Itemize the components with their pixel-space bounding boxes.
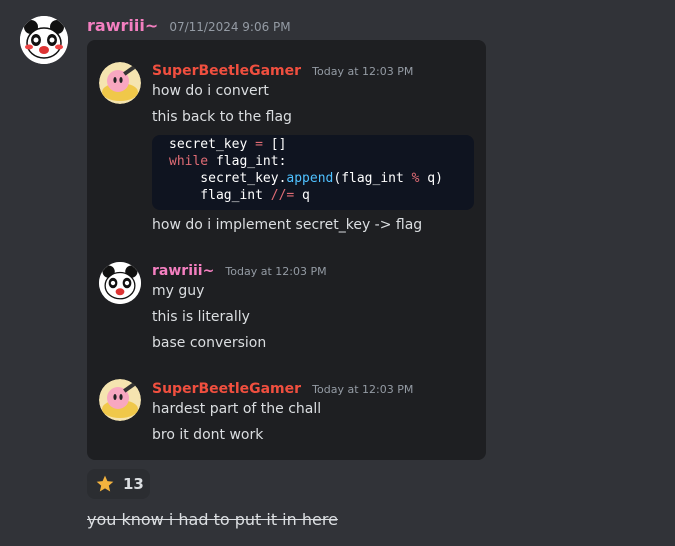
code-token: append xyxy=(286,171,334,186)
message-line: bro it dont work xyxy=(152,427,264,443)
message-text: you know i had to put it in here xyxy=(87,510,338,529)
avatar xyxy=(99,62,141,104)
message-line: base conversion xyxy=(152,335,267,351)
quoted-author[interactable]: SuperBeetleGamer xyxy=(152,381,301,397)
quoted-timestamp: Today at 12:03 PM xyxy=(225,265,327,278)
code-token: //= xyxy=(270,188,295,203)
code-token: while xyxy=(169,154,209,169)
code-token: q xyxy=(294,188,310,203)
code-token: (flag_int xyxy=(333,171,412,186)
avatar xyxy=(99,379,141,421)
quoted-message-header: SuperBeetleGamer Today at 12:03 PM xyxy=(152,60,413,80)
message-line: my guy xyxy=(152,283,205,299)
code-token: secret_key. xyxy=(169,171,287,186)
avatar xyxy=(99,262,141,304)
code-token: [] xyxy=(262,137,287,152)
code-token: q) xyxy=(419,171,443,186)
chat-message: rawriii~ 07/11/2024 9:06 PM SuperBeetleG… xyxy=(0,0,675,546)
author-name[interactable]: rawriii~ xyxy=(87,16,158,35)
star-icon xyxy=(96,475,114,492)
reaction-count: 13 xyxy=(123,475,144,493)
message-header: rawriii~ 07/11/2024 9:06 PM xyxy=(87,16,291,38)
quoted-author[interactable]: rawriii~ xyxy=(152,263,214,279)
panda-avatar-icon xyxy=(99,262,141,304)
quoted-timestamp: Today at 12:03 PM xyxy=(312,65,414,78)
message-line: how do i convert xyxy=(152,83,269,99)
kirby-avatar-icon xyxy=(99,62,141,104)
code-token: = xyxy=(255,137,263,152)
quoted-timestamp: Today at 12:03 PM xyxy=(312,383,414,396)
quoted-conversation: SuperBeetleGamer Today at 12:03 PM how d… xyxy=(87,40,486,460)
reaction-button[interactable]: 13 xyxy=(87,469,150,499)
code-line: flag_int //= q xyxy=(169,188,310,203)
avatar[interactable] xyxy=(20,16,68,64)
message-line: how do i implement secret_key -> flag xyxy=(152,217,423,233)
quoted-message-header: SuperBeetleGamer Today at 12:03 PM xyxy=(152,378,413,398)
panda-avatar-icon xyxy=(20,16,68,64)
quoted-author[interactable]: SuperBeetleGamer xyxy=(152,63,301,79)
code-token: secret_key xyxy=(169,137,256,152)
message-timestamp: 07/11/2024 9:06 PM xyxy=(169,20,291,34)
code-block: secret_key = [] while flag_int: secret_k… xyxy=(152,135,474,210)
message-line: hardest part of the chall xyxy=(152,401,322,417)
code-line: secret_key.append(flag_int % q) xyxy=(169,171,443,186)
code-line: secret_key = [] xyxy=(169,137,286,152)
code-token: flag_int: xyxy=(208,154,287,169)
quoted-message-header: rawriii~ Today at 12:03 PM xyxy=(152,260,327,280)
code-token: flag_int xyxy=(169,188,271,203)
kirby-avatar-icon xyxy=(99,379,141,421)
message-line: this back to the flag xyxy=(152,109,292,125)
code-line: while flag_int: xyxy=(169,154,286,169)
message-line: this is literally xyxy=(152,309,250,325)
